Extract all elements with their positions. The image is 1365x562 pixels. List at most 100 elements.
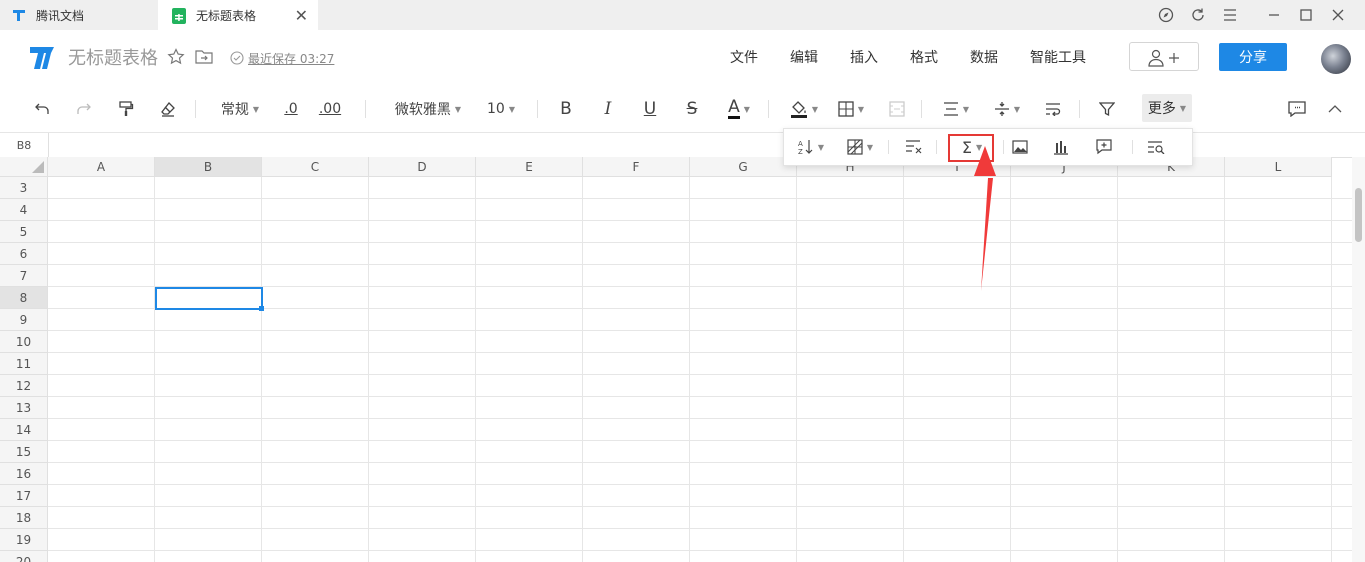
spreadsheet-grid[interactable]: A B C D E F G H I J K L 3 4 5 6 7 8 9 10 11 12 13 14 15 16 17 18 19 2… bbox=[0, 157, 1352, 562]
more-button[interactable]: 更多 ▼ bbox=[1142, 94, 1192, 122]
align-center-icon bbox=[943, 102, 958, 116]
select-all-corner[interactable] bbox=[0, 157, 48, 177]
insert-chart-icon[interactable] bbox=[1051, 138, 1071, 156]
menu-data[interactable]: 数据 bbox=[970, 47, 998, 67]
compass-icon[interactable] bbox=[1155, 4, 1177, 26]
vertical-align-icon bbox=[994, 102, 1009, 116]
italic-button[interactable]: I bbox=[599, 98, 617, 120]
row-header-10[interactable]: 10 bbox=[0, 331, 48, 353]
row-header-7[interactable]: 7 bbox=[0, 265, 48, 287]
underline-button[interactable]: U bbox=[641, 98, 659, 120]
merge-cells-icon[interactable] bbox=[887, 98, 907, 120]
filter-icon[interactable] bbox=[1097, 98, 1117, 120]
menu-file[interactable]: 文件 bbox=[730, 47, 758, 67]
row-header-9[interactable]: 9 bbox=[0, 309, 48, 331]
cell-reference[interactable]: B8 bbox=[0, 133, 49, 157]
insert-comment-icon[interactable] bbox=[1094, 138, 1114, 156]
undo-icon[interactable] bbox=[32, 98, 52, 120]
column-header-f[interactable]: F bbox=[583, 157, 690, 177]
row-header-5[interactable]: 5 bbox=[0, 221, 48, 243]
number-format-label: 常规 bbox=[220, 102, 249, 118]
menu-smart-tools[interactable]: 智能工具 bbox=[1030, 47, 1086, 67]
comment-icon[interactable] bbox=[1287, 98, 1307, 120]
conditional-format-button[interactable]: ▼ bbox=[845, 138, 875, 156]
wrap-text-icon[interactable] bbox=[1043, 98, 1063, 120]
row-header-17[interactable]: 17 bbox=[0, 485, 48, 507]
row-header-15[interactable]: 15 bbox=[0, 441, 48, 463]
menu-edit[interactable]: 编辑 bbox=[790, 47, 818, 67]
refresh-icon[interactable] bbox=[1187, 4, 1209, 26]
save-status[interactable]: 最近保存 03:27 bbox=[248, 50, 334, 67]
column-header-b[interactable]: B bbox=[155, 157, 262, 177]
row-header-4[interactable]: 4 bbox=[0, 199, 48, 221]
borders-button[interactable]: ▼ bbox=[834, 98, 868, 120]
tab-label: 腾讯文档 bbox=[36, 8, 85, 23]
increase-decimal-button[interactable]: .00 bbox=[318, 98, 342, 120]
collapse-toolbar-icon[interactable] bbox=[1325, 98, 1345, 120]
menu-format[interactable]: 格式 bbox=[910, 47, 938, 67]
column-header-g[interactable]: G bbox=[690, 157, 797, 177]
menu-insert[interactable]: 插入 bbox=[850, 47, 878, 67]
tab-tencent-docs[interactable]: 腾讯文档 bbox=[0, 0, 158, 30]
column-header-e[interactable]: E bbox=[476, 157, 583, 177]
grid-line bbox=[1010, 177, 1011, 562]
scrollbar-thumb[interactable] bbox=[1355, 188, 1362, 242]
divider bbox=[195, 100, 196, 118]
chevron-down-icon: ▼ bbox=[508, 104, 515, 114]
row-header-19[interactable]: 19 bbox=[0, 529, 48, 551]
data-validation-icon[interactable] bbox=[904, 138, 924, 156]
document-title[interactable]: 无标题表格 bbox=[68, 44, 158, 70]
fill-handle[interactable] bbox=[259, 306, 264, 311]
row-header-3[interactable]: 3 bbox=[0, 177, 48, 199]
redo-icon[interactable] bbox=[74, 98, 94, 120]
row-header-12[interactable]: 12 bbox=[0, 375, 48, 397]
maximize-icon[interactable] bbox=[1295, 4, 1317, 26]
row-header-16[interactable]: 16 bbox=[0, 463, 48, 485]
font-color-button[interactable]: A ▼ bbox=[724, 98, 754, 120]
fill-color-button[interactable]: ▼ bbox=[787, 98, 821, 120]
selected-cell-b8[interactable] bbox=[155, 287, 263, 310]
minimize-icon[interactable] bbox=[1263, 4, 1285, 26]
grid-line bbox=[48, 264, 1352, 265]
find-replace-icon[interactable] bbox=[1146, 138, 1166, 156]
column-header-a[interactable]: A bbox=[48, 157, 155, 177]
menu-icon[interactable] bbox=[1219, 4, 1241, 26]
horizontal-align-button[interactable]: ▼ bbox=[940, 98, 972, 120]
add-collaborator-button[interactable] bbox=[1129, 42, 1199, 71]
row-header-6[interactable]: 6 bbox=[0, 243, 48, 265]
share-button[interactable]: 分享 bbox=[1219, 43, 1287, 71]
row-header-14[interactable]: 14 bbox=[0, 419, 48, 441]
row-header-13[interactable]: 13 bbox=[0, 397, 48, 419]
row-header-11[interactable]: 11 bbox=[0, 353, 48, 375]
insert-image-icon[interactable] bbox=[1010, 138, 1030, 156]
close-icon[interactable]: ✕ bbox=[295, 6, 308, 25]
strikethrough-button[interactable]: S bbox=[683, 98, 701, 120]
chevron-down-icon: ▼ bbox=[743, 104, 750, 114]
format-painter-icon[interactable] bbox=[116, 98, 136, 120]
vertical-align-button[interactable]: ▼ bbox=[990, 98, 1024, 120]
row-header-20[interactable]: 20 bbox=[0, 551, 48, 562]
avatar[interactable] bbox=[1321, 44, 1351, 74]
tab-untitled-sheet[interactable]: 无标题表格 ✕ bbox=[158, 0, 318, 30]
decrease-decimal-button[interactable]: .0 bbox=[282, 98, 300, 120]
move-to-folder-icon[interactable] bbox=[195, 49, 213, 69]
clear-format-icon[interactable] bbox=[158, 98, 178, 120]
annotation-arrow-icon bbox=[974, 146, 996, 291]
grid-line bbox=[48, 440, 1352, 441]
bold-button[interactable]: B bbox=[557, 98, 575, 120]
row-header-18[interactable]: 18 bbox=[0, 507, 48, 529]
column-header-c[interactable]: C bbox=[262, 157, 369, 177]
column-header-l[interactable]: L bbox=[1225, 157, 1332, 177]
font-size-select[interactable]: 10 ▼ bbox=[485, 98, 517, 120]
font-family-select[interactable]: 微软雅黑 ▼ bbox=[392, 98, 464, 120]
row-header-8[interactable]: 8 bbox=[0, 287, 48, 309]
window-close-icon[interactable] bbox=[1327, 4, 1349, 26]
conditional-format-icon bbox=[847, 139, 863, 155]
grid-line bbox=[48, 506, 1352, 507]
column-header-d[interactable]: D bbox=[369, 157, 476, 177]
svg-text:A: A bbox=[798, 140, 803, 148]
sort-button[interactable]: A Z ▼ bbox=[796, 138, 826, 156]
star-icon[interactable] bbox=[167, 48, 185, 70]
tencent-docs-logo-icon[interactable] bbox=[28, 44, 56, 74]
number-format-select[interactable]: 常规 ▼ bbox=[218, 98, 262, 120]
